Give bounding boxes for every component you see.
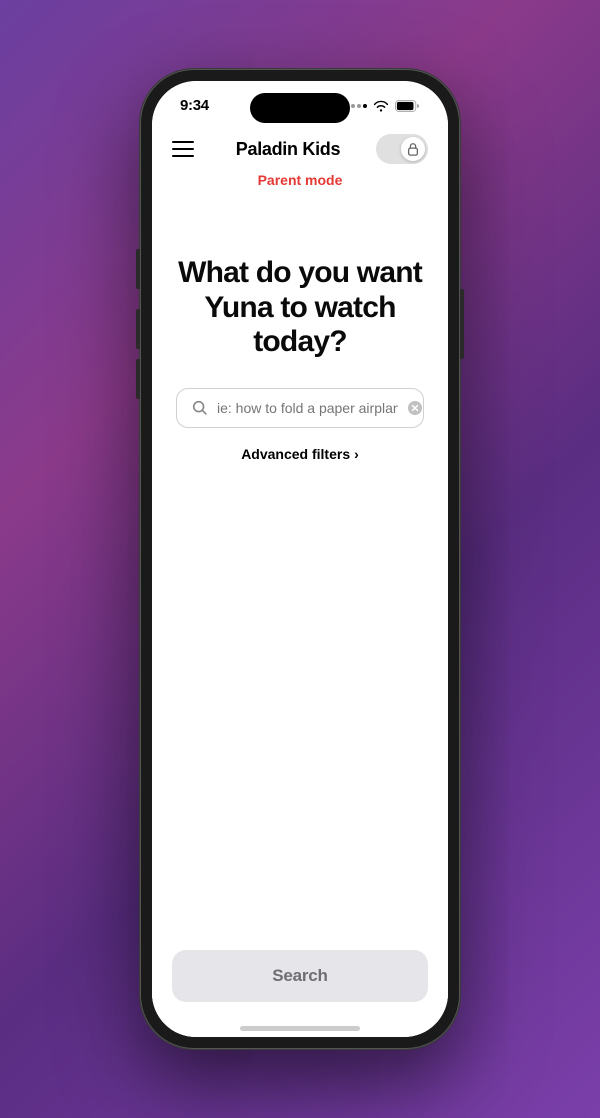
bottom-bar: Search — [152, 938, 448, 1018]
menu-icon — [172, 141, 194, 143]
wifi-icon — [373, 100, 389, 112]
home-indicator — [152, 1018, 448, 1037]
search-field-wrapper[interactable] — [176, 388, 424, 428]
home-bar — [240, 1026, 360, 1031]
menu-button[interactable] — [172, 135, 200, 163]
advanced-filters-button[interactable]: Advanced filters › — [176, 440, 424, 468]
lock-knob — [401, 137, 425, 161]
phone-shell: 9:34 — [140, 69, 460, 1049]
headline-line2: Yuna to watch today? — [204, 291, 395, 359]
chevron-right-icon: › — [354, 446, 359, 462]
dynamic-island — [250, 93, 350, 123]
parent-mode-toggle[interactable] — [376, 134, 428, 164]
status-icons — [345, 100, 420, 112]
main-body: What do you want Yuna to watch today? — [152, 196, 448, 938]
menu-icon — [172, 148, 194, 150]
lock-icon — [406, 142, 420, 156]
headline: What do you want Yuna to watch today? — [176, 256, 424, 360]
advanced-filters-label: Advanced filters — [241, 446, 350, 462]
search-input[interactable] — [217, 400, 398, 416]
app-header: Paladin Kids — [152, 122, 448, 168]
search-button[interactable]: Search — [172, 950, 428, 1002]
clear-button[interactable] — [406, 399, 424, 417]
search-icon — [191, 399, 209, 417]
app-title: Paladin Kids — [236, 139, 340, 160]
app-content: Paladin Kids Parent mode What do you wan… — [152, 122, 448, 1037]
parent-mode-label: Parent mode — [152, 168, 448, 196]
battery-icon — [395, 100, 420, 112]
headline-line1: What do you want — [178, 256, 422, 289]
phone-screen: 9:34 — [152, 81, 448, 1037]
menu-icon — [172, 155, 194, 157]
status-time: 9:34 — [180, 97, 209, 114]
